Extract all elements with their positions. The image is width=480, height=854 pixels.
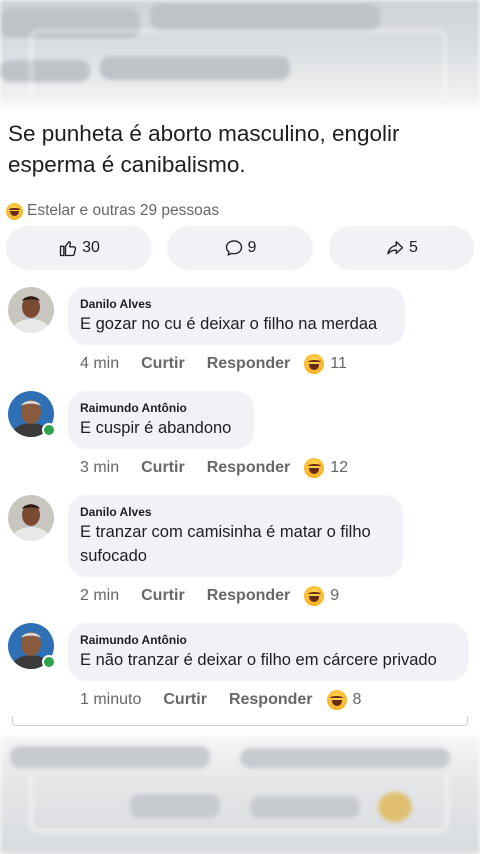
comment-time[interactable]: 3 min [80,459,119,477]
comment-button[interactable]: 9 [167,226,313,270]
avatar[interactable] [8,391,56,437]
avatar[interactable] [8,623,56,669]
comment-meta: 2 min Curtir Responder 9 [80,584,339,608]
thumbs-up-icon [59,241,77,257]
content-divider [12,716,468,726]
comment-text: E não tranzar é deixar o filho em cárcer… [80,651,437,669]
comment-author[interactable]: Raimundo Antônio [80,632,456,648]
blurred-header [0,0,480,112]
post-text: Se punheta é aborto masculino, engolir e… [8,121,400,177]
comment-reply-button[interactable]: Responder [229,691,313,709]
comment-author[interactable]: Raimundo Antônio [80,400,242,416]
avatar-photo [8,495,54,541]
share-count: 5 [409,239,418,256]
like-count: 30 [82,239,100,256]
comment-meta: 4 min Curtir Responder 11 [80,352,347,376]
comment-reaction-count[interactable]: 12 [330,459,348,477]
laughing-emoji-icon[interactable] [304,586,325,606]
comment-like-button[interactable]: Curtir [163,691,207,709]
like-button[interactable]: 30 [6,226,152,270]
laughing-emoji-icon[interactable] [326,690,347,710]
comment-time[interactable]: 4 min [80,355,119,373]
comment-bubble: Danilo Alves E tranzar com camisinha é m… [68,495,403,577]
comment-time[interactable]: 1 minuto [80,691,141,709]
avatar[interactable] [8,287,54,333]
comment-like-button[interactable]: Curtir [141,355,185,373]
comment-bubble-icon [225,240,242,256]
comment-time[interactable]: 2 min [80,587,119,605]
share-arrow-icon [387,241,404,255]
laughing-emoji-icon[interactable] [304,458,325,478]
laughing-emoji-icon[interactable] [304,354,325,374]
comment-author[interactable]: Danilo Alves [80,504,391,520]
comment-bubble: Raimundo Antônio E cuspir é abandono [68,391,254,449]
comment-bubble: Danilo Alves E gozar no cu é deixar o fi… [68,287,405,345]
blurred-footer [0,736,480,854]
avatar[interactable] [8,495,54,541]
online-status-dot [42,423,56,437]
comment-reply-button[interactable]: Responder [207,459,291,477]
comment-count: 9 [247,239,257,256]
reactions-summary-text: Estelar e outras 29 pessoas [27,202,220,219]
reactions-summary[interactable]: Estelar e outras 29 pessoas [6,200,219,222]
comment-text: E gozar no cu é deixar o filho na merdaa [80,315,378,333]
comment-text: E cuspir é abandono [80,419,232,437]
comment-meta: 1 minuto Curtir Responder 8 [80,688,361,712]
comment-reaction-count[interactable]: 11 [330,355,347,373]
comment-author[interactable]: Danilo Alves [80,296,393,312]
share-button[interactable]: 5 [329,226,474,270]
comment-reaction-count[interactable]: 9 [330,587,339,605]
comment-reply-button[interactable]: Responder [207,355,291,373]
comment-reply-button[interactable]: Responder [207,587,291,605]
laughing-emoji-icon [6,202,23,220]
comment-like-button[interactable]: Curtir [141,459,185,477]
comment-text: E tranzar com camisinha é matar o filho … [80,523,371,565]
comment-meta: 3 min Curtir Responder 12 [80,456,348,480]
avatar-photo [8,287,54,333]
comment-reaction-count[interactable]: 8 [353,691,362,709]
comment-like-button[interactable]: Curtir [141,587,185,605]
online-status-dot [42,655,56,669]
comment-bubble: Raimundo Antônio E não tranzar é deixar … [68,623,468,681]
